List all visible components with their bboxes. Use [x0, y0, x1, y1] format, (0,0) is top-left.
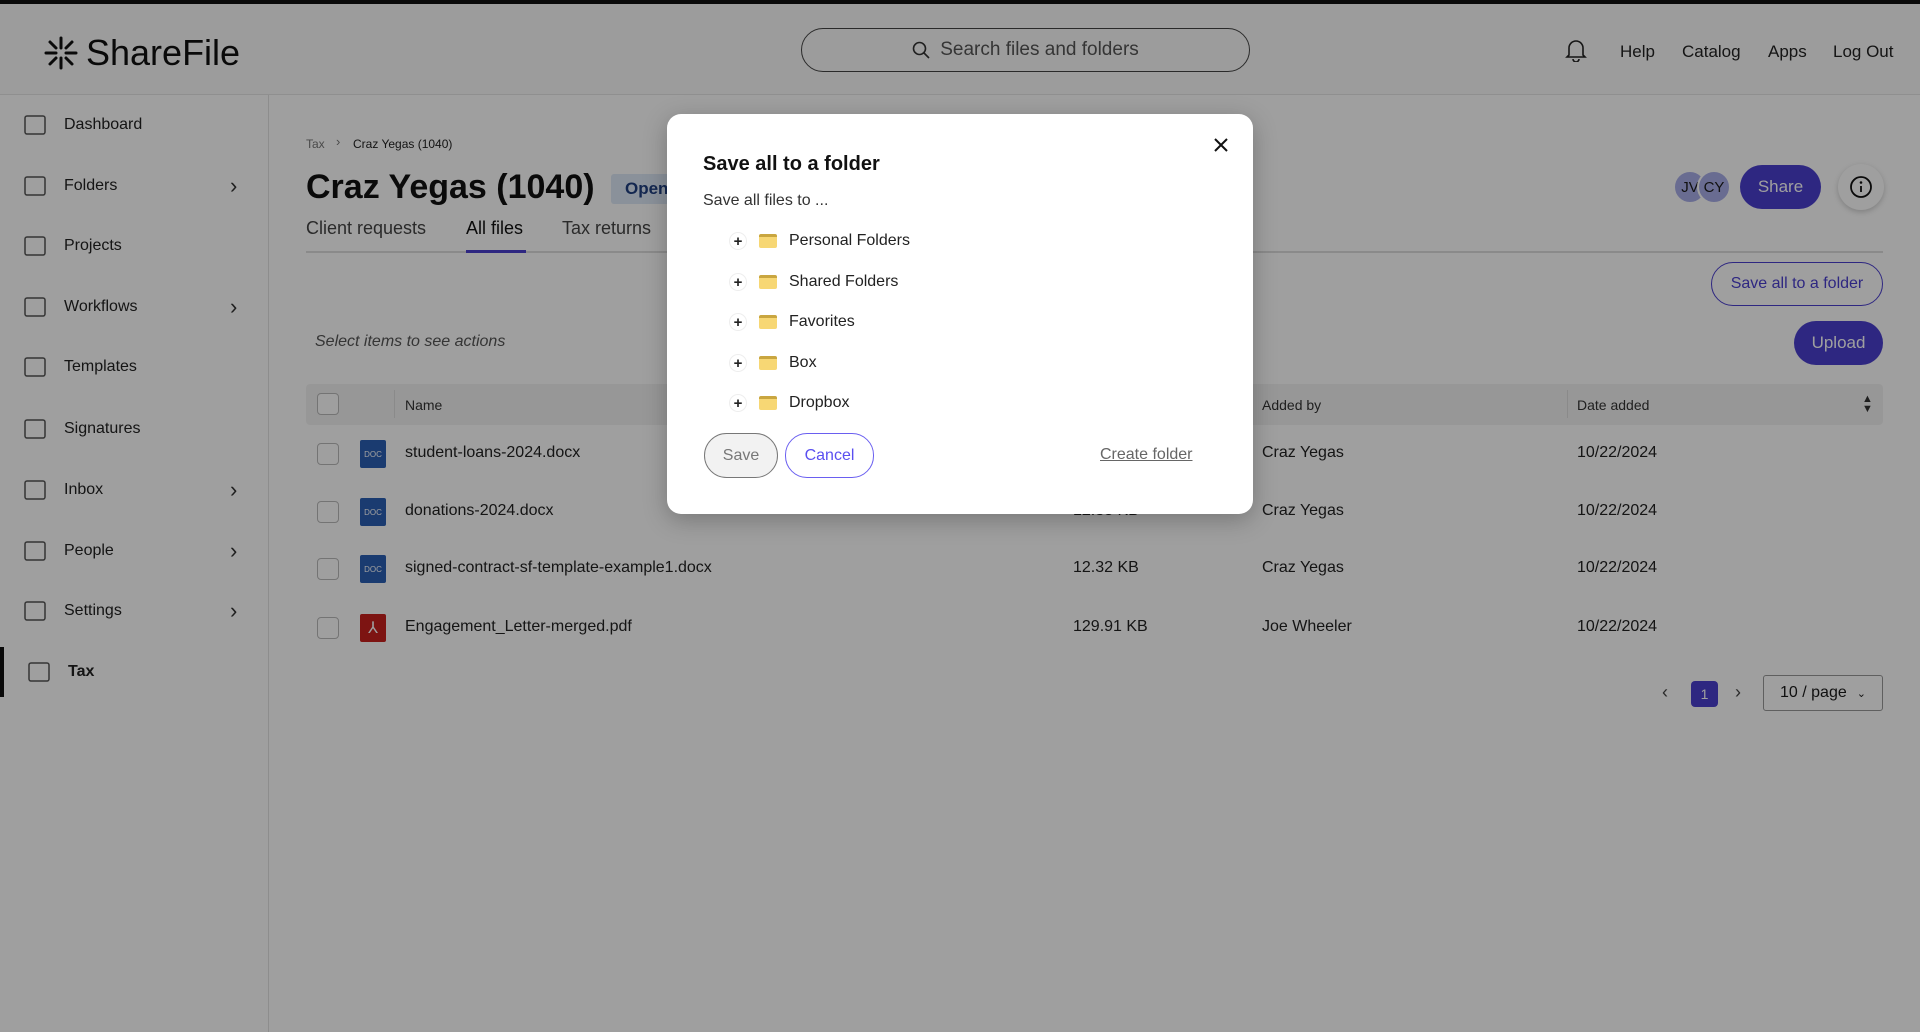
folder-tree-item[interactable]: + Shared Folders: [729, 273, 898, 291]
expand-icon[interactable]: +: [729, 232, 747, 250]
save-all-dialog: Save all to a folder Save all files to .…: [667, 114, 1253, 514]
folder-label: Box: [789, 354, 817, 371]
folder-label: Dropbox: [789, 394, 850, 411]
folder-tree-item[interactable]: + Favorites: [729, 313, 855, 331]
expand-icon[interactable]: +: [729, 313, 747, 331]
folder-tree-item[interactable]: + Personal Folders: [729, 232, 910, 250]
save-button[interactable]: Save: [704, 433, 778, 478]
dialog-title: Save all to a folder: [703, 153, 880, 175]
folder-icon: [759, 356, 777, 370]
close-icon[interactable]: [1212, 136, 1230, 154]
folder-label: Shared Folders: [789, 273, 899, 290]
folder-label: Favorites: [789, 313, 855, 330]
expand-icon[interactable]: +: [729, 273, 747, 291]
folder-icon: [759, 234, 777, 248]
create-folder-link[interactable]: Create folder: [1100, 446, 1193, 464]
cancel-button[interactable]: Cancel: [785, 433, 874, 478]
folder-icon: [759, 275, 777, 289]
folder-label: Personal Folders: [789, 232, 910, 249]
expand-icon[interactable]: +: [729, 394, 747, 412]
folder-icon: [759, 396, 777, 410]
dialog-subtitle: Save all files to ...: [703, 192, 829, 209]
expand-icon[interactable]: +: [729, 354, 747, 372]
folder-tree-item[interactable]: + Dropbox: [729, 394, 849, 412]
folder-tree-item[interactable]: + Box: [729, 354, 817, 372]
folder-icon: [759, 315, 777, 329]
